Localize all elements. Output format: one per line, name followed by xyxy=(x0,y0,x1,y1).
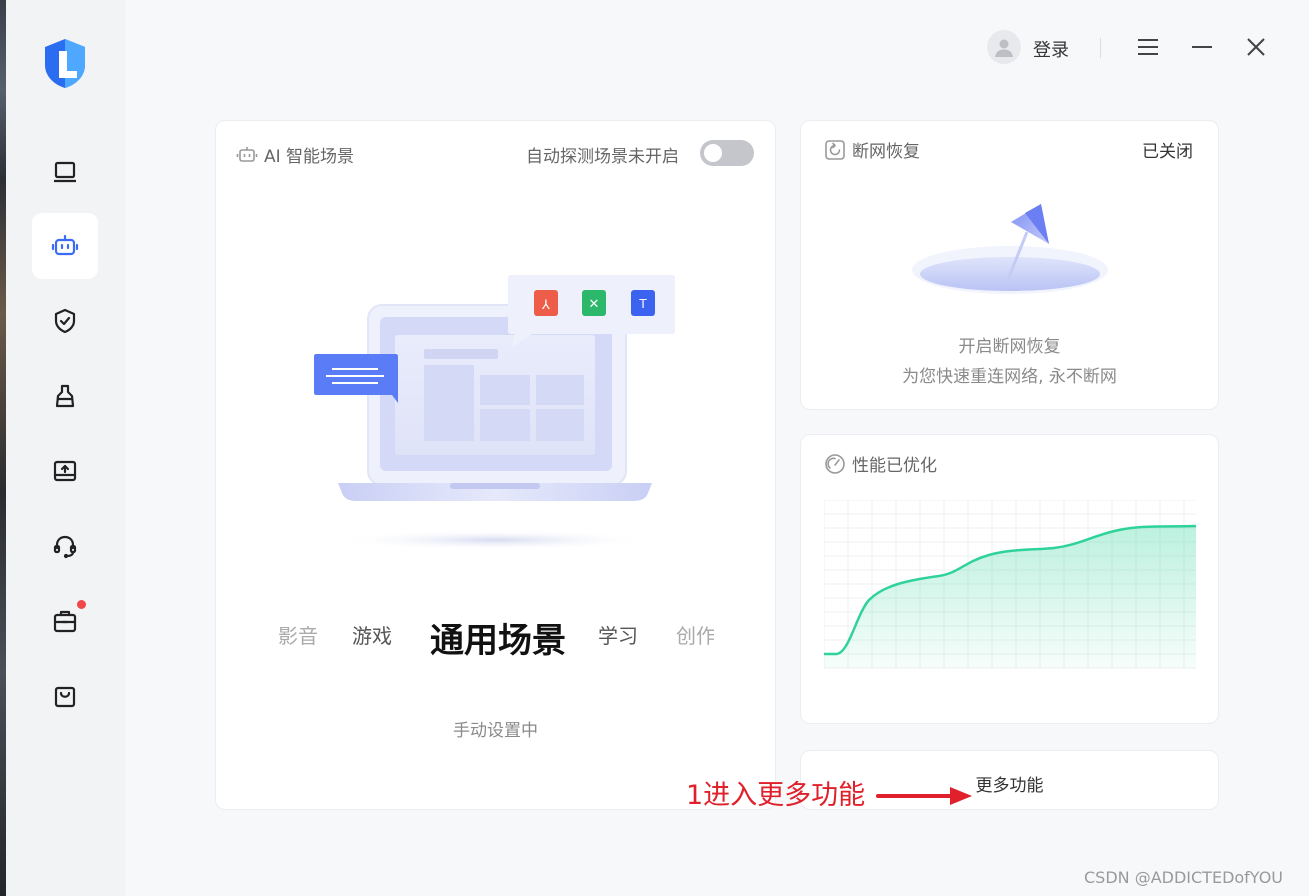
menu-button[interactable] xyxy=(1134,33,1162,61)
robot-icon xyxy=(51,234,79,256)
sidebar-item-drive[interactable] xyxy=(32,438,98,504)
robot-icon xyxy=(236,146,258,162)
user-avatar-icon xyxy=(995,39,1013,57)
speedometer-icon xyxy=(825,453,845,474)
svg-text:✕: ✕ xyxy=(589,297,600,312)
scene-item-media[interactable]: 影音 xyxy=(278,620,318,649)
scene-item-create[interactable]: 创作 xyxy=(676,620,714,649)
scene-item-study[interactable]: 学习 xyxy=(598,620,638,649)
performance-chart xyxy=(824,500,1196,669)
sidebar-item-support[interactable] xyxy=(32,513,98,579)
app-logo xyxy=(45,39,85,88)
refresh-icon xyxy=(825,139,845,160)
sidebar-item-security[interactable] xyxy=(32,288,98,354)
performance-title-text: 性能已优化 xyxy=(852,456,937,476)
watermark: CSDN @ADDICTEDofYOU xyxy=(1084,868,1284,887)
ai-scene-title-text: AI 智能场景 xyxy=(264,147,355,167)
sidebar xyxy=(6,0,125,896)
sidebar-item-store[interactable] xyxy=(32,663,98,729)
sidebar-item-device[interactable] xyxy=(32,139,98,205)
broom-icon xyxy=(55,384,75,408)
notification-badge xyxy=(77,600,86,609)
network-recovery-desc: 为您快速重连网络, 永不断网 xyxy=(902,367,1117,387)
shield-check-icon xyxy=(54,308,76,334)
auto-detect-label: 自动探测场景未开启 xyxy=(526,147,679,167)
chart-area xyxy=(824,526,1196,668)
ai-scene-title: AI 智能场景 xyxy=(236,142,354,167)
scene-item-game[interactable]: 游戏 xyxy=(352,620,392,649)
sidebar-item-ai[interactable] xyxy=(32,213,98,279)
annotation-arrow-icon xyxy=(876,787,972,805)
network-recovery-status: 已关闭 xyxy=(1142,142,1193,162)
annotation-text: 1进入更多功能 xyxy=(686,780,866,811)
network-recovery-title-text: 断网恢复 xyxy=(852,142,920,162)
performance-title: 性能已优化 xyxy=(824,451,937,476)
user-avatar[interactable] xyxy=(987,30,1021,64)
sidebar-item-cleanup[interactable] xyxy=(32,363,98,429)
hamburger-menu-icon xyxy=(1138,39,1158,55)
svg-text:T: T xyxy=(638,297,647,311)
headset-icon xyxy=(53,535,77,559)
svg-text:⅄: ⅄ xyxy=(541,298,550,313)
scene-item-general[interactable]: 通用场景 xyxy=(430,613,566,662)
shopping-bag-icon xyxy=(54,686,76,708)
laptop-icon xyxy=(54,161,76,183)
auto-detect-toggle[interactable] xyxy=(700,140,754,166)
minimize-icon xyxy=(1192,46,1212,48)
network-recovery-title: 断网恢复 xyxy=(824,137,920,162)
network-recovery-heading: 开启断网恢复 xyxy=(958,337,1061,357)
minimize-button[interactable] xyxy=(1188,33,1216,61)
close-icon xyxy=(1247,38,1265,56)
toggle-knob xyxy=(704,144,722,162)
sidebar-item-toolbox[interactable] xyxy=(32,588,98,654)
laptop-illustration: ⅄ ✕ T xyxy=(314,275,675,550)
drive-upload-icon xyxy=(53,460,77,482)
topbar-divider xyxy=(1100,38,1101,58)
login-link[interactable]: 登录 xyxy=(1033,36,1069,62)
toolbox-icon xyxy=(53,610,77,633)
network-flag-illustration xyxy=(912,204,1108,294)
close-button[interactable] xyxy=(1242,33,1270,61)
scene-status-text: 手动设置中 xyxy=(453,721,538,741)
